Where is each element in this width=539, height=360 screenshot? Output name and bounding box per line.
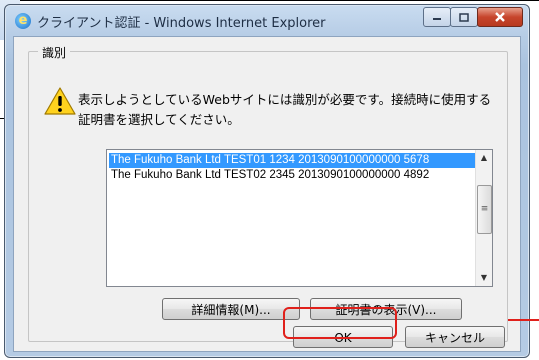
title-bar[interactable]: e クライアント認証 - Windows Internet Explorer [5,5,529,35]
selection-message: 表示しようとしているWebサイトには識別が必要です。接続時に使用する 証明書を選… [78,90,498,130]
ie-icon: e [15,13,31,29]
cancel-button[interactable]: キャンセル [405,326,505,348]
message-line: 表示しようとしているWebサイトには識別が必要です。接続時に使用する [78,92,492,107]
certificate-item[interactable]: The Fukuho Bank Ltd TEST02 2345 20130901… [109,168,475,183]
certificate-list[interactable]: The Fukuho Bank Ltd TEST01 1234 20130901… [106,149,493,287]
caption-buttons [423,7,523,27]
client-auth-dialog: e クライアント認証 - Windows Internet Explorer 識… [4,4,530,358]
scroll-up-icon[interactable]: ▲ [476,150,492,166]
message-line: 証明書を選択してください。 [78,112,240,127]
list-scrollbar[interactable]: ▲ ≡ ▼ [475,150,492,286]
callout-line [508,319,539,321]
group-title: 識別 [38,44,71,61]
dialog-body: 識別 表示しようとしているWebサイトには識別が必要です。接続時に使用する 証明… [13,36,521,352]
scroll-down-icon[interactable]: ▼ [476,270,492,286]
scroll-thumb[interactable]: ≡ [477,185,492,234]
ok-highlight-box [283,307,397,339]
background-line [20,0,539,1]
close-icon[interactable] [477,7,523,27]
minimize-icon[interactable] [423,7,451,27]
maximize-icon[interactable] [450,7,478,27]
certificate-item[interactable]: The Fukuho Bank Ltd TEST01 1234 20130901… [109,153,475,168]
warning-icon [44,87,76,115]
window-title: クライアント認証 - Windows Internet Explorer [37,16,326,31]
details-button[interactable]: 詳細情報(M)... [162,298,300,320]
